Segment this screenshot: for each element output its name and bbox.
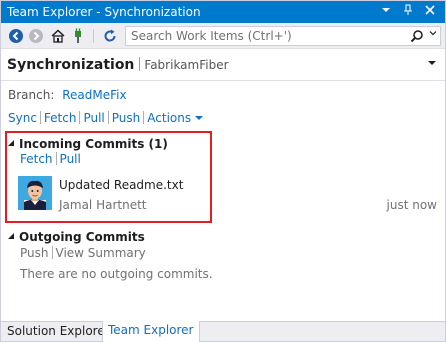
close-icon[interactable] <box>423 4 437 19</box>
chevron-down-icon <box>195 116 204 120</box>
window-title: Team Explorer - Synchronization <box>7 5 201 19</box>
search-box[interactable]: Search Work Items (Ctrl+') <box>125 26 441 46</box>
home-icon[interactable] <box>49 27 67 45</box>
tab-solution-explorer[interactable]: Solution Explorer <box>2 322 115 342</box>
team-explorer-window: Team Explorer - Synchronization Search W… <box>0 0 446 342</box>
search-icon[interactable] <box>410 29 424 46</box>
incoming-heading: Incoming Commits (1) <box>19 137 168 151</box>
header-divider <box>139 57 141 71</box>
pin-icon[interactable] <box>401 4 415 19</box>
back-icon[interactable] <box>7 27 25 45</box>
collapse-triangle-icon[interactable] <box>8 140 14 146</box>
push-link[interactable]: Push <box>112 111 141 125</box>
sync-actions: Sync Fetch Pull Push Actions <box>8 111 204 125</box>
pull-link[interactable]: Pull <box>83 111 104 125</box>
separator <box>143 111 145 124</box>
tab-team-explorer[interactable]: Team Explorer <box>102 321 200 342</box>
header-divider-line <box>1 80 445 81</box>
bottom-tab-strip: Solution Explorer Team Explorer <box>1 321 445 342</box>
incoming-header[interactable]: Incoming Commits (1) <box>8 137 168 151</box>
toolbar: Search Work Items (Ctrl+') <box>1 23 445 49</box>
separator <box>39 111 41 124</box>
separator <box>107 111 109 124</box>
dropdown-icon[interactable] <box>379 4 393 19</box>
separator <box>51 246 53 259</box>
collapse-triangle-icon[interactable] <box>8 233 14 239</box>
repo-name: FabrikamFiber <box>144 58 229 72</box>
title-bar: Team Explorer - Synchronization <box>1 1 445 23</box>
search-placeholder: Search Work Items (Ctrl+') <box>131 29 292 43</box>
outgoing-heading: Outgoing Commits <box>19 230 145 244</box>
avatar <box>18 176 52 210</box>
incoming-links: Fetch Pull <box>20 152 81 166</box>
no-outgoing-message: There are no outgoing commits. <box>20 267 213 281</box>
page-title: Synchronization <box>7 57 135 73</box>
connect-icon[interactable] <box>69 27 87 45</box>
branch-label: Branch: <box>8 88 55 102</box>
forward-icon[interactable] <box>27 27 45 45</box>
refresh-icon[interactable] <box>101 27 119 45</box>
search-dropdown-icon[interactable] <box>429 29 437 40</box>
sync-link[interactable]: Sync <box>8 111 37 125</box>
commit-message: Updated Readme.txt <box>59 178 184 192</box>
fetch-link[interactable]: Fetch <box>44 111 77 125</box>
header-dropdown-icon[interactable] <box>427 59 437 70</box>
separator <box>55 152 57 165</box>
commit-author: Jamal Hartnett <box>59 198 147 212</box>
actions-menu[interactable]: Actions <box>147 111 204 125</box>
outgoing-header[interactable]: Outgoing Commits <box>8 230 145 244</box>
incoming-fetch-link[interactable]: Fetch <box>20 152 53 166</box>
branch-row: Branch: ReadMeFix <box>8 88 127 102</box>
commit-time: just now <box>386 198 437 212</box>
commit-item[interactable]: Updated Readme.txt Jamal Hartnett just n… <box>18 174 445 214</box>
toolbar-separator <box>93 29 94 43</box>
page-header: Synchronization FabrikamFiber <box>7 57 229 77</box>
outgoing-links: Push View Summary <box>20 246 146 260</box>
view-summary-link[interactable]: View Summary <box>56 246 146 260</box>
outgoing-push-link[interactable]: Push <box>20 246 49 260</box>
actions-label: Actions <box>147 111 192 125</box>
branch-link[interactable]: ReadMeFix <box>62 88 126 102</box>
separator <box>79 111 81 124</box>
incoming-pull-link[interactable]: Pull <box>60 152 81 166</box>
